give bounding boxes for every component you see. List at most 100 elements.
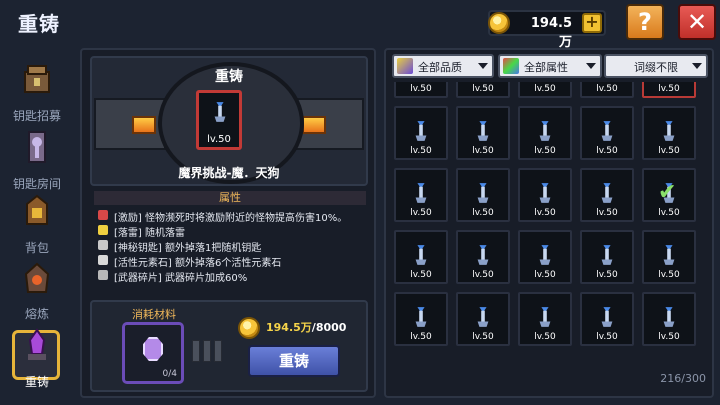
key-icon (474, 304, 492, 330)
cell-level: lv.50 (534, 332, 556, 342)
attributes-header: 属性 (94, 191, 366, 205)
inventory-count: 216/300 (660, 372, 706, 385)
add-currency-button[interactable]: + (582, 13, 602, 33)
key-icon (660, 304, 678, 330)
close-button[interactable]: ✕ (678, 4, 716, 40)
selected-item-slot[interactable]: lv.50 (196, 90, 242, 150)
material-slot[interactable]: 0/4 (122, 322, 184, 384)
incite-icon (98, 210, 108, 220)
key-room-icon (28, 131, 46, 163)
inventory-cell[interactable]: lv.50 (580, 106, 634, 160)
attribute-icon (503, 58, 519, 74)
sidebar-item-key-recruit[interactable]: 钥匙招募 (6, 60, 68, 126)
inventory-cell[interactable]: lv.50 (642, 230, 696, 284)
material-count: 0/4 (162, 369, 177, 379)
cell-level: lv.50 (596, 332, 618, 342)
inventory-cell[interactable]: lv.50 (456, 230, 510, 284)
cell-level: lv.50 (534, 208, 556, 218)
key-icon (474, 180, 492, 206)
check-icon: ✔ (658, 180, 677, 205)
cell-level: lv.50 (534, 270, 556, 280)
attribute-row: [激励] 怪物濒死时将激励附近的怪物提高伤害10%。 (98, 208, 370, 224)
inventory-cell[interactable]: lv.50 (394, 230, 448, 284)
inventory-cell[interactable]: lv.50 (394, 168, 448, 222)
attribute-row: [落雷] 随机落雷 (98, 223, 370, 239)
key-icon (412, 118, 430, 144)
cost-required: /8000 (311, 321, 347, 334)
sidebar-item-label: 钥匙房间 (12, 177, 61, 191)
sidebar-item-key-room[interactable]: 钥匙房间 (6, 128, 68, 194)
affix-filter[interactable]: 词缀不限 (604, 54, 708, 78)
progress-bars (192, 340, 232, 364)
cell-level: lv.50 (472, 146, 494, 156)
sidebar-item-label: 钥匙招募 (12, 109, 61, 123)
key-icon (412, 242, 430, 268)
inventory-cell[interactable]: lv.50 (580, 230, 634, 284)
cell-level: lv.50 (534, 84, 556, 94)
attribute-filter[interactable]: 全部属性 (498, 54, 602, 78)
backpack-icon (26, 194, 48, 225)
cell-level: lv.50 (596, 270, 618, 280)
inventory-cell[interactable]: lv.50 (394, 82, 448, 98)
sidebar-item-reforge[interactable]: 重铸 (6, 326, 68, 392)
purple-gem-icon (143, 337, 163, 361)
inventory-cell[interactable]: lv.50 (642, 292, 696, 346)
cell-level: lv.50 (658, 146, 680, 156)
help-button[interactable]: ? (626, 4, 664, 40)
key-icon (214, 102, 226, 122)
key-icon (598, 242, 616, 268)
inventory-cell[interactable]: lv.50 (580, 82, 634, 98)
inventory-cell[interactable]: lv.50 (456, 292, 510, 346)
sidebar-item-smelt[interactable]: 熔炼 (6, 258, 68, 324)
inventory-cell[interactable]: lv.50 (518, 168, 572, 222)
key-icon (536, 304, 554, 330)
cell-level: lv.50 (410, 270, 432, 280)
cell-level: lv.50 (472, 332, 494, 342)
cell-level: lv.50 (658, 84, 680, 94)
inventory-cell[interactable]: lv.50 (642, 82, 696, 98)
cost-owned: 194.5万 (266, 321, 312, 334)
inventory-cell[interactable]: lv.50 (518, 292, 572, 346)
inventory-cell[interactable]: lv.50 (456, 82, 510, 98)
cell-level: lv.50 (410, 332, 432, 342)
sidebar-item-label: 熔炼 (24, 307, 49, 321)
inventory-cell[interactable]: lv.50 (456, 168, 510, 222)
key-icon (598, 304, 616, 330)
cell-level: lv.50 (658, 332, 680, 342)
chevron-down-icon (586, 63, 596, 69)
key-small-icon (98, 240, 108, 250)
key-icon (660, 242, 678, 268)
key-icon (660, 118, 678, 144)
quality-icon (397, 58, 413, 74)
inventory-cell[interactable]: lv.50 (456, 106, 510, 160)
page-title: 重铸 (18, 12, 60, 36)
gold-coin-icon (238, 317, 260, 339)
inventory-cell[interactable]: lv.50 (394, 106, 448, 160)
sidebar-item-backpack[interactable]: 背包 (6, 192, 68, 258)
inventory-cell[interactable]: lv.50 (518, 230, 572, 284)
inventory-cell[interactable]: lv.50 (518, 82, 572, 98)
inventory-cell[interactable]: lv.50 (518, 106, 572, 160)
cell-level: lv.50 (658, 270, 680, 280)
inventory-cell[interactable]: ✔ lv.50 (642, 168, 696, 222)
cell-level: lv.50 (410, 208, 432, 218)
key-icon (412, 304, 430, 330)
key-icon (536, 242, 554, 268)
currency-value: 194.5万 (530, 16, 572, 50)
chevron-down-icon (478, 63, 488, 69)
quality-filter[interactable]: 全部品质 (392, 54, 494, 78)
lightning-icon (98, 225, 108, 235)
chevron-down-icon (692, 63, 702, 69)
inventory-cell[interactable]: lv.50 (580, 292, 634, 346)
cell-level: lv.50 (472, 84, 494, 94)
inventory-cell[interactable]: lv.50 (642, 106, 696, 160)
inventory-cell[interactable]: lv.50 (580, 168, 634, 222)
inventory-cell[interactable]: lv.50 (394, 292, 448, 346)
gold-coin-icon (488, 12, 510, 34)
key-recruit-icon (24, 65, 50, 93)
key-icon (536, 118, 554, 144)
key-icon (474, 242, 492, 268)
reforge-button[interactable]: 重铸 (248, 345, 340, 377)
cell-level: lv.50 (472, 270, 494, 280)
cell-level: lv.50 (658, 208, 680, 218)
